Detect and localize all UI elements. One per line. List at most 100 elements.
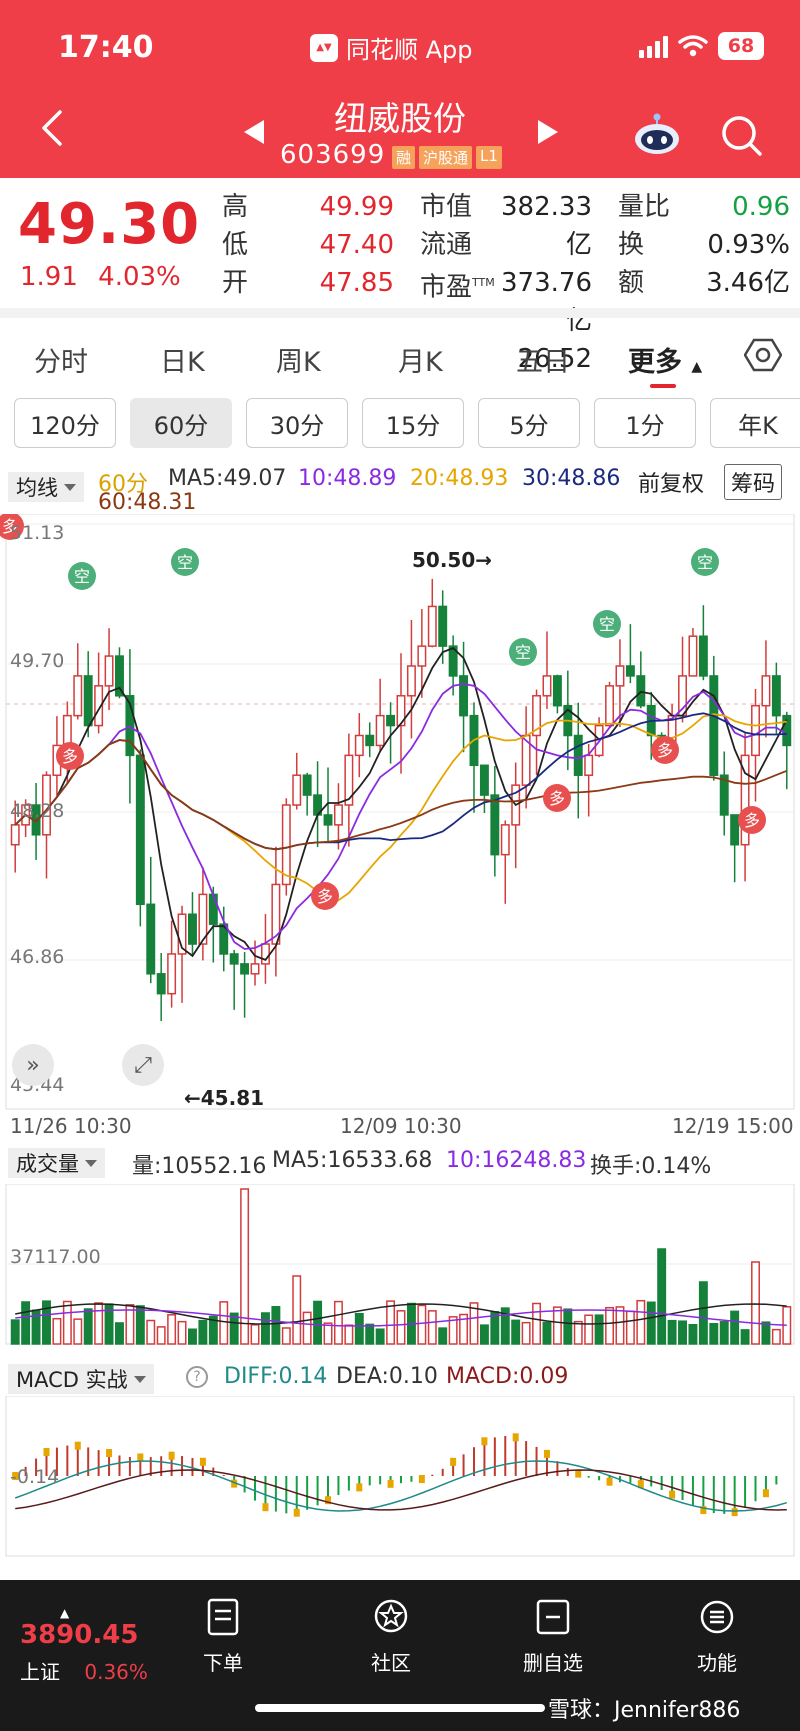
nav-order[interactable]: 下单 [168,1598,278,1676]
volume-bar [761,1321,771,1345]
candle-body [500,824,510,856]
svg-text:空: 空 [697,553,713,572]
period-yearly-k[interactable]: 年K [710,398,800,448]
nav-order-label: 下单 [203,1651,243,1675]
tab-weekly-k[interactable]: 周K [276,340,321,379]
volume-bar [83,1308,93,1345]
kline-chart[interactable]: 多多空空多空多空多空多 51.13 49.70 48.28 46.86 45.4… [0,514,800,1114]
tab-more[interactable]: 更多 ▲ [628,340,702,379]
volume-bar [21,1301,31,1345]
candle-body [323,814,333,826]
volume-bar [657,1248,667,1345]
help-icon[interactable]: ? [186,1366,208,1388]
period-15min[interactable]: 15分 [362,398,464,448]
current-price: 49.30 [18,192,201,257]
period-1min[interactable]: 1分 [594,398,696,448]
ma-selector[interactable]: 均线 [8,472,84,502]
macd-marker [450,1457,457,1466]
quote-labels-col1: 高 低 开 [222,188,248,302]
ma20-value: 20:48.93 [410,466,509,491]
volume-bar [427,1310,437,1345]
candle-body [260,943,270,965]
volume-bar [552,1306,562,1345]
volume-bar [94,1302,104,1345]
macd-y-label: -0.14 [10,1466,60,1488]
volume-ma5: MA5:16533.68 [272,1148,433,1173]
candle-body [73,675,83,717]
y-label-4: 46.86 [10,946,65,968]
volume-bar [646,1301,656,1345]
label-volume-ratio: 量比 [618,192,671,222]
expand-left-icon[interactable]: » [12,1044,54,1086]
nav-functions[interactable]: 功能 [662,1598,772,1676]
nav-community[interactable]: 社区 [336,1598,446,1676]
tag-level: L1 [476,146,502,169]
tab-monthly-k[interactable]: 月K [398,340,443,379]
app-name-label: 同花顺 App [346,36,473,64]
remove-watchlist-icon [536,1599,570,1635]
volume-chart[interactable]: 37117.00 [0,1183,800,1346]
volume-bar [698,1281,708,1345]
candle-body [375,714,385,747]
index-ticker[interactable]: ▲ 3890.45 上证 0.36% [20,1606,148,1685]
nav-remove-label: 删自选 [523,1651,583,1675]
volume-y-label: 37117.00 [10,1246,101,1268]
app-logo-icon: ▲▼ [310,33,338,62]
ma10-value: 10:48.89 [298,466,397,491]
volume-bar [302,1311,312,1345]
nav-remove-watchlist[interactable]: 删自选 [498,1598,608,1676]
volume-turnover: 换手:0.14% [590,1154,712,1179]
tab-daily-k[interactable]: 日K [160,340,205,379]
short-signal-icon: 空 [171,548,199,576]
settings-icon[interactable] [744,336,782,374]
volume-bar [771,1328,781,1345]
period-120min[interactable]: 120分 [14,398,116,448]
macd-diff: DIFF:0.14 [224,1364,328,1389]
volume-bar [52,1317,62,1345]
macd-marker [106,1449,113,1458]
macd-marker [43,1447,50,1456]
next-stock-icon[interactable] [538,120,558,144]
x-label-2: 12/09 10:30 [340,1114,462,1138]
macd-selector-label: MACD 实战 [16,1368,128,1392]
volume-ma10: 10:16248.83 [446,1148,587,1173]
candle-body [365,734,375,747]
volume-bar [625,1310,635,1345]
high-annotation: 50.50→ [412,548,493,572]
period-60min[interactable]: 60分 [130,398,232,448]
macd-selector[interactable]: MACD 实战 [8,1364,154,1394]
period-5min[interactable]: 5分 [478,398,580,448]
active-tab-indicator [650,384,676,388]
period-30min[interactable]: 30分 [246,398,348,448]
macd-value: MACD:0.09 [446,1364,569,1389]
menu-icon [700,1600,734,1634]
tag-margin: 融 [392,146,416,169]
dropdown-caret-icon [133,1375,146,1383]
volume-bar [594,1314,604,1345]
candle-body [115,655,124,697]
chip-distribution-button[interactable]: 筹码 [724,464,783,500]
period-selector: 120分 60分 30分 15分 5分 1分 年K [0,398,800,452]
candle-body [636,675,646,707]
macd-marker [137,1453,144,1462]
volume-bar [542,1321,552,1345]
fullscreen-icon[interactable]: ⤢ [122,1044,164,1086]
volume-bar [219,1301,229,1345]
ma30-value: 30:48.86 [522,466,621,491]
candle-body [292,774,302,806]
candle-body [83,675,93,727]
adjust-mode[interactable]: 前复权 [638,466,704,498]
tab-five-day[interactable]: 五日 [516,340,570,379]
robot-assistant-icon[interactable] [633,112,681,156]
index-name-row: 上证 0.36% [20,1656,148,1685]
volume-selector[interactable]: 成交量 [8,1148,105,1178]
index-value: 3890.45 [20,1620,139,1650]
volume-bar [333,1300,343,1345]
tab-intraday[interactable]: 分时 [34,340,88,379]
volume-canvas [5,1183,795,1345]
volume-bar [636,1299,646,1345]
search-icon[interactable] [718,112,764,158]
volume-bar [532,1302,542,1345]
macd-chart[interactable]: -0.14 [0,1395,800,1566]
change-percent: 4.03% [98,262,181,292]
